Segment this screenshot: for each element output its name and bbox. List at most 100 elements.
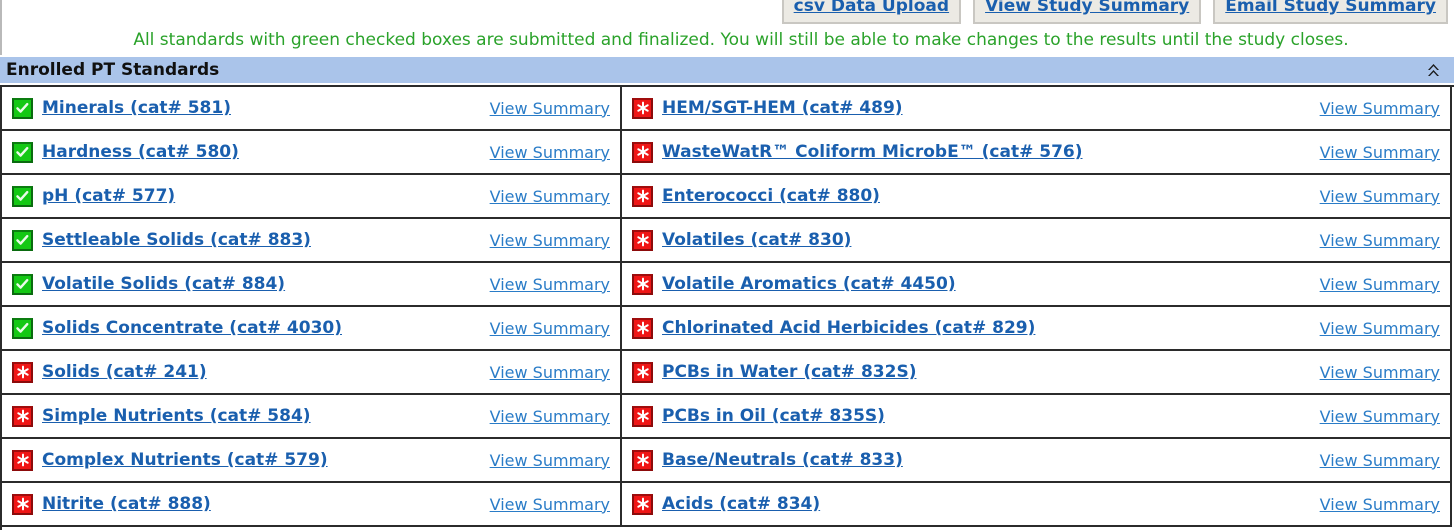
standard-row-main: Acids (cat# 834) [632, 493, 1306, 515]
double-chevron-up-icon[interactable] [1424, 61, 1442, 79]
standard-row: WasteWatR™ Coliform MicrobE™ (cat# 576) V… [622, 131, 1450, 175]
standard-row-main: Hardness (cat# 580) [12, 141, 476, 163]
standard-row-main: Chlorinated Acid Herbicides (cat# 829) [632, 317, 1306, 339]
standard-row: Volatiles (cat# 830) View Summary [622, 219, 1450, 263]
standard-row: Simple Nutrients (cat# 584) View Summary [2, 395, 620, 439]
standard-row-main: Simple Nutrients (cat# 584) [12, 405, 476, 427]
csv-data-upload-button[interactable]: csv Data Upload [781, 0, 962, 24]
view-summary-link[interactable]: View Summary [490, 495, 610, 514]
standard-row-main: PCBs in Oil (cat# 835S) [632, 405, 1306, 427]
view-summary-link[interactable]: View Summary [1320, 275, 1440, 294]
status-notice-row: All standards with green checked boxes a… [0, 25, 1454, 55]
red-asterisk-icon[interactable] [12, 361, 33, 383]
view-summary-link[interactable]: View Summary [490, 231, 610, 250]
view-summary-link[interactable]: View Summary [490, 187, 610, 206]
red-asterisk-icon[interactable] [632, 449, 653, 471]
standard-row: Chlorinated Acid Herbicides (cat# 829) Vi… [622, 307, 1450, 351]
standard-name-link[interactable]: Minerals (cat# 581) [42, 98, 231, 118]
standard-name-link[interactable]: WasteWatR™ Coliform MicrobE™ (cat# 576) [662, 142, 1083, 162]
standard-name-link[interactable]: Chlorinated Acid Herbicides (cat# 829) [662, 318, 1035, 338]
top-toolbar: csv Data Upload View Study Summary Email… [0, 0, 1454, 25]
view-summary-link[interactable]: View Summary [1320, 363, 1440, 382]
standard-row-main: Complex Nutrients (cat# 579) [12, 449, 476, 471]
red-asterisk-icon[interactable] [632, 493, 653, 515]
green-check-icon[interactable] [12, 97, 33, 119]
red-asterisk-icon[interactable] [12, 493, 33, 515]
green-check-icon[interactable] [12, 317, 33, 339]
view-summary-link[interactable]: View Summary [1320, 495, 1440, 514]
standard-row-main: Volatile Solids (cat# 884) [12, 273, 476, 295]
standard-row: HEM/SGT-HEM (cat# 489) View Summary [622, 87, 1450, 131]
standard-row-main: WasteWatR™ Coliform MicrobE™ (cat# 576) [632, 141, 1306, 163]
red-asterisk-icon[interactable] [632, 273, 653, 295]
red-asterisk-icon[interactable] [12, 449, 33, 471]
view-summary-link[interactable]: View Summary [1320, 319, 1440, 338]
green-check-icon[interactable] [12, 229, 33, 251]
standard-row: Complex Nutrients (cat# 579) View Summary [2, 439, 620, 483]
standard-row-main: Base/Neutrals (cat# 833) [632, 449, 1306, 471]
standard-row-main: Enterococci (cat# 880) [632, 185, 1306, 207]
red-asterisk-icon[interactable] [632, 97, 653, 119]
standard-name-link[interactable]: pH (cat# 577) [42, 186, 175, 206]
standard-name-link[interactable]: Volatile Aromatics (cat# 4450) [662, 274, 956, 294]
standards-column-right: HEM/SGT-HEM (cat# 489) View Summary WasteW… [622, 87, 1452, 527]
standard-row-main: pH (cat# 577) [12, 185, 476, 207]
standard-name-link[interactable]: PCBs in Oil (cat# 835S) [662, 406, 885, 426]
view-summary-link[interactable]: View Summary [490, 407, 610, 426]
red-asterisk-icon[interactable] [632, 229, 653, 251]
green-check-icon[interactable] [12, 273, 33, 295]
view-summary-link[interactable]: View Summary [490, 143, 610, 162]
standard-name-link[interactable]: PCBs in Water (cat# 832S) [662, 362, 916, 382]
standards-column-left: Minerals (cat# 581) View Summary Hardness … [2, 87, 622, 527]
standard-name-link[interactable]: Settleable Solids (cat# 883) [42, 230, 311, 250]
email-study-summary-button[interactable]: Email Study Summary [1213, 0, 1448, 24]
view-summary-link[interactable]: View Summary [490, 275, 610, 294]
view-summary-link[interactable]: View Summary [490, 319, 610, 338]
toolbar-button-group: csv Data Upload View Study Summary Email… [781, 0, 1448, 24]
view-summary-link[interactable]: View Summary [1320, 231, 1440, 250]
standard-row-main: Volatile Aromatics (cat# 4450) [632, 273, 1306, 295]
standard-name-link[interactable]: Enterococci (cat# 880) [662, 186, 880, 206]
standard-row: Volatile Solids (cat# 884) View Summary [2, 263, 620, 307]
standard-name-link[interactable]: Hardness (cat# 580) [42, 142, 239, 162]
standard-name-link[interactable]: Simple Nutrients (cat# 584) [42, 406, 311, 426]
standard-row-main: Nitrite (cat# 888) [12, 493, 476, 515]
standard-row-main: PCBs in Water (cat# 832S) [632, 361, 1306, 383]
view-summary-link[interactable]: View Summary [1320, 407, 1440, 426]
standard-name-link[interactable]: Volatile Solids (cat# 884) [42, 274, 285, 294]
standard-row-main: Solids (cat# 241) [12, 361, 476, 383]
standard-row: Enterococci (cat# 880) View Summary [622, 175, 1450, 219]
standards-grid: Minerals (cat# 581) View Summary Hardness … [2, 87, 1454, 527]
green-check-icon[interactable] [12, 185, 33, 207]
red-asterisk-icon[interactable] [632, 361, 653, 383]
standard-name-link[interactable]: Solids (cat# 241) [42, 362, 207, 382]
view-summary-link[interactable]: View Summary [490, 99, 610, 118]
standard-row: pH (cat# 577) View Summary [2, 175, 620, 219]
view-summary-link[interactable]: View Summary [1320, 187, 1440, 206]
standard-row: Nitrite (cat# 888) View Summary [2, 483, 620, 527]
view-summary-link[interactable]: View Summary [490, 363, 610, 382]
standard-row: Acids (cat# 834) View Summary [622, 483, 1450, 527]
standard-name-link[interactable]: Solids Concentrate (cat# 4030) [42, 318, 342, 338]
red-asterisk-icon[interactable] [632, 405, 653, 427]
standard-name-link[interactable]: Base/Neutrals (cat# 833) [662, 450, 903, 470]
green-check-icon[interactable] [12, 141, 33, 163]
red-asterisk-icon[interactable] [632, 185, 653, 207]
view-summary-link[interactable]: View Summary [490, 451, 610, 470]
standard-row-main: Minerals (cat# 581) [12, 97, 476, 119]
standard-row: Settleable Solids (cat# 883) View Summary [2, 219, 620, 263]
standard-name-link[interactable]: Acids (cat# 834) [662, 494, 820, 514]
red-asterisk-icon[interactable] [12, 405, 33, 427]
standard-row: PCBs in Water (cat# 832S) View Summary [622, 351, 1450, 395]
standard-name-link[interactable]: Complex Nutrients (cat# 579) [42, 450, 328, 470]
view-summary-link[interactable]: View Summary [1320, 99, 1440, 118]
view-summary-link[interactable]: View Summary [1320, 451, 1440, 470]
red-asterisk-icon[interactable] [632, 317, 653, 339]
view-study-summary-button[interactable]: View Study Summary [973, 0, 1202, 24]
enrolled-pt-standards-header[interactable]: Enrolled PT Standards [0, 57, 1454, 83]
red-asterisk-icon[interactable] [632, 141, 653, 163]
view-summary-link[interactable]: View Summary [1320, 143, 1440, 162]
standard-name-link[interactable]: Nitrite (cat# 888) [42, 494, 211, 514]
standard-name-link[interactable]: HEM/SGT-HEM (cat# 489) [662, 98, 903, 118]
standard-name-link[interactable]: Volatiles (cat# 830) [662, 230, 851, 250]
